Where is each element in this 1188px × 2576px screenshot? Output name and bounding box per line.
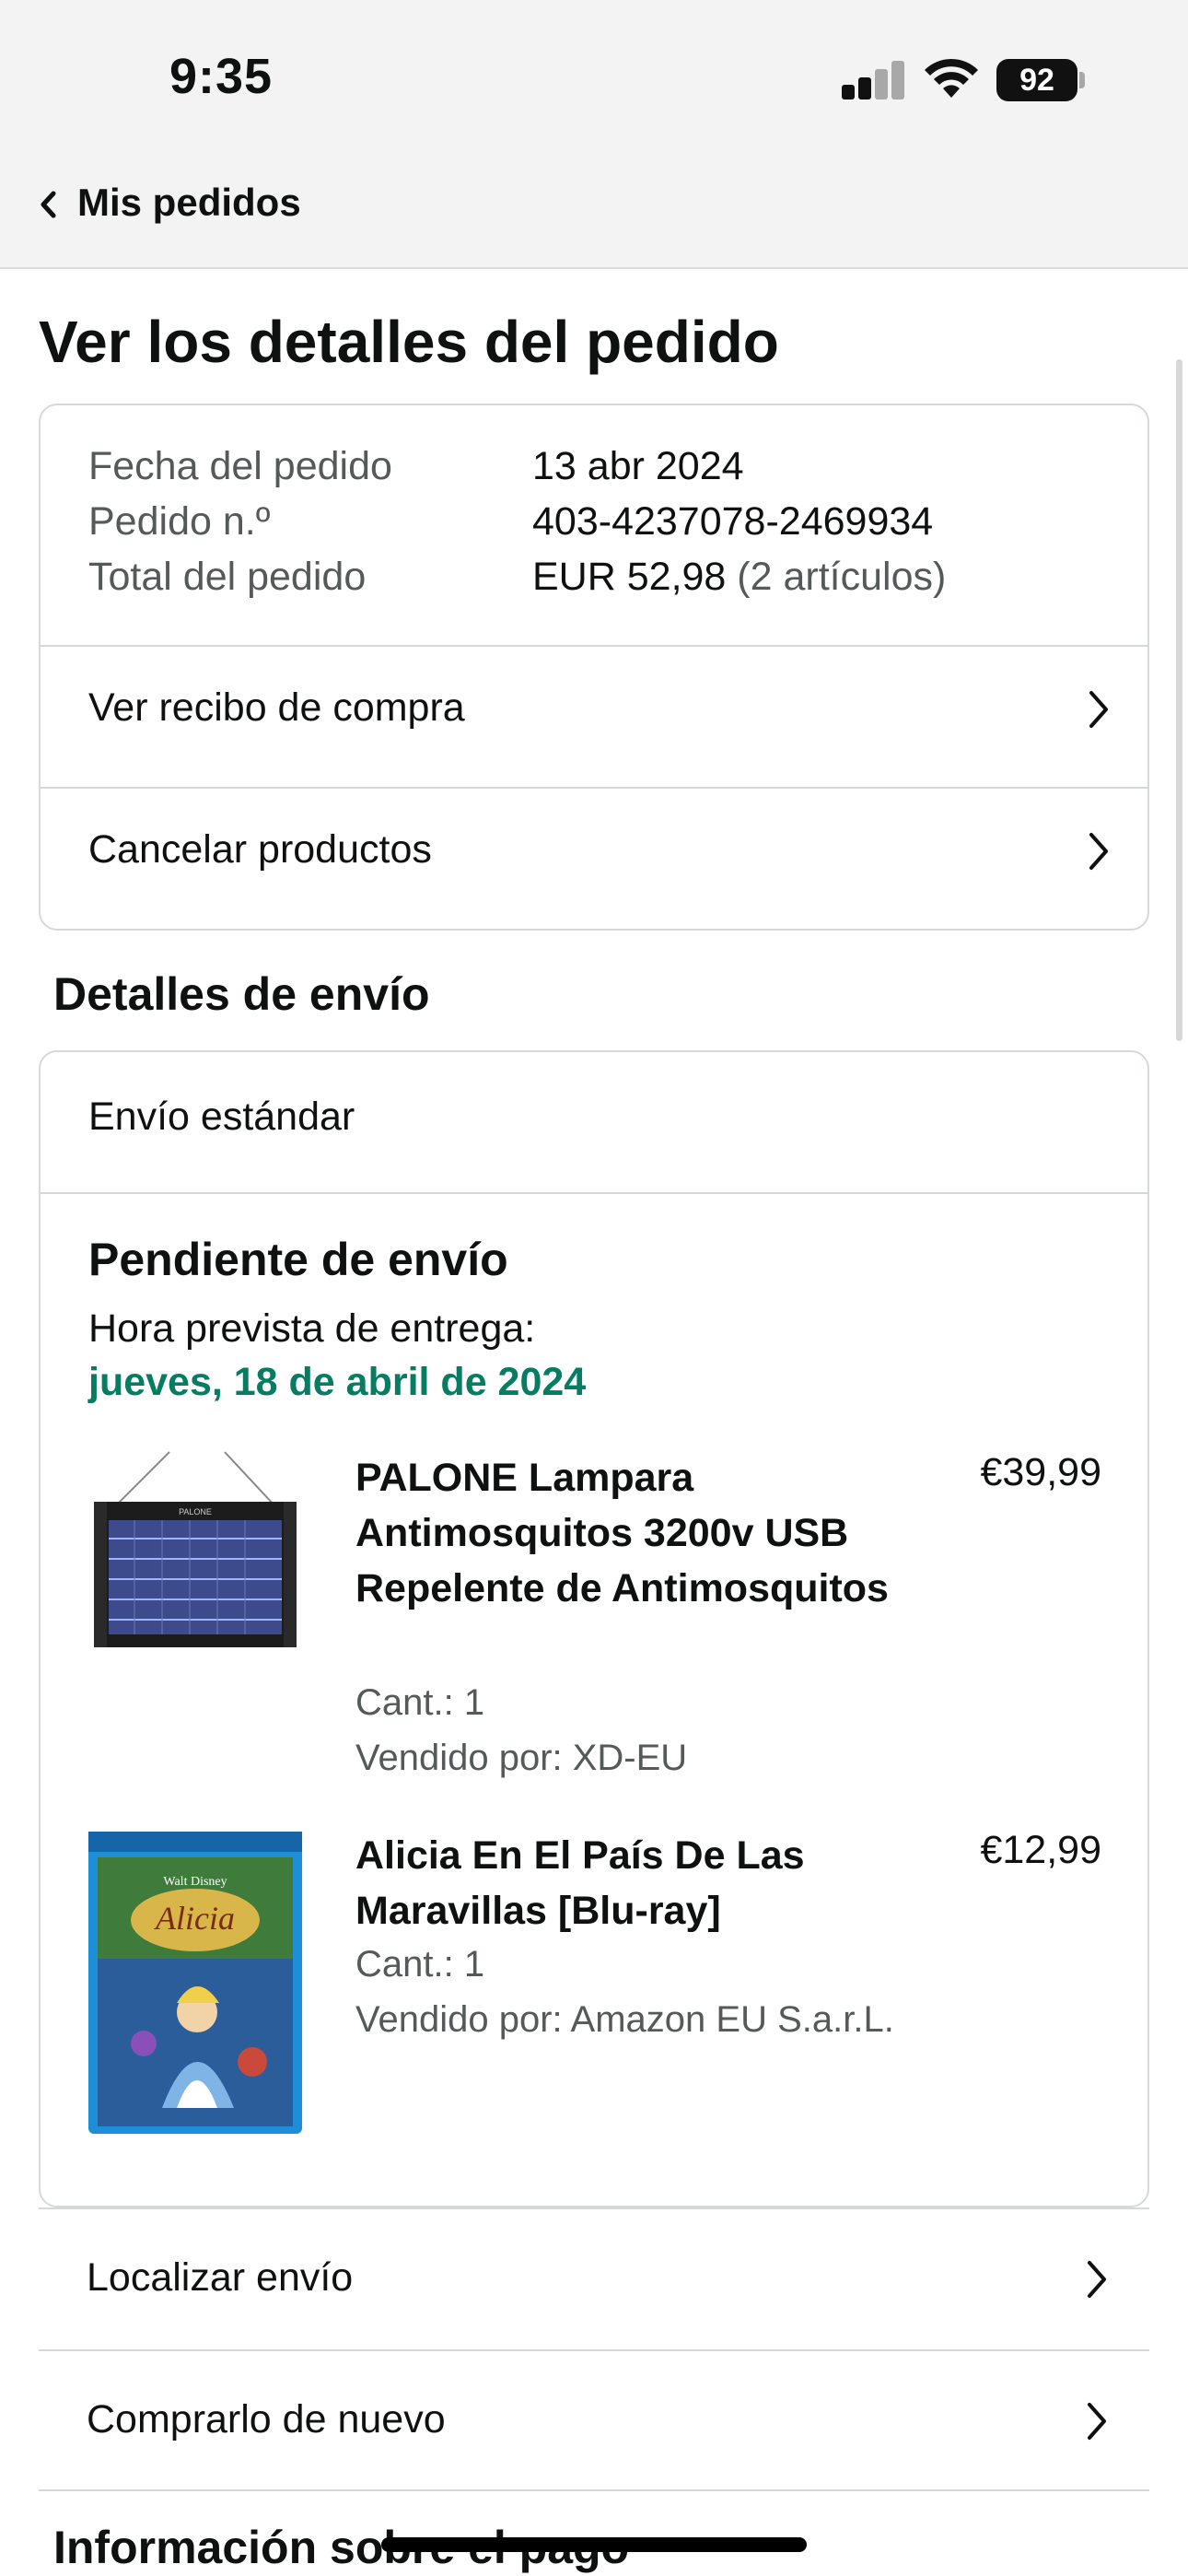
order-total-label: Total del pedido xyxy=(88,555,367,599)
order-total-amount: EUR 52,98 xyxy=(532,555,727,599)
chevron-right-icon[interactable] xyxy=(1087,689,1111,730)
chevron-right-icon[interactable] xyxy=(1085,2401,1109,2441)
bug-zapper-lamp-image[interactable]: PALONE xyxy=(88,1450,302,1671)
product-quantity: Cant.: 1 xyxy=(355,1682,485,1723)
battery-icon: 92 xyxy=(996,59,1085,101)
chevron-right-icon[interactable] xyxy=(1085,2259,1109,2300)
status-time: 9:35 xyxy=(169,49,274,104)
order-number-label: Pedido n.º xyxy=(88,499,271,544)
status-bar: 9:35 92 xyxy=(0,0,1188,162)
product-seller: Vendido por: Amazon EU S.a.r.L. xyxy=(355,1999,894,2040)
cellular-signal-icon xyxy=(842,59,906,100)
order-date-value: 13 abr 2024 xyxy=(532,444,744,488)
product-item[interactable]: PALONE PALONE Lampara Antimosquitos 3200… xyxy=(88,1450,1101,1800)
product-title[interactable]: PALONE Lampara Antimosquitos 3200v USB R… xyxy=(355,1450,945,1616)
track-package-row[interactable]: Localizar envío xyxy=(39,2207,1149,2349)
shipping-details-title: Detalles de envío xyxy=(53,968,430,1020)
product-quantity: Cant.: 1 xyxy=(355,1944,485,1985)
buy-again-label[interactable]: Comprarlo de nuevo xyxy=(87,2397,446,2442)
order-total-value: EUR 52,98 (2 artículos) xyxy=(532,555,946,600)
product-item[interactable]: Walt Disney Alicia Alicia En El País De … xyxy=(88,1828,1101,2134)
product-price: €39,99 xyxy=(980,1450,1101,1494)
shipping-card: Envío estándar Pendiente de envío Hora p… xyxy=(39,1050,1149,2207)
shipment-status: Pendiente de envío xyxy=(88,1234,508,1285)
chevron-left-icon[interactable] xyxy=(37,188,61,221)
divider xyxy=(41,645,1147,647)
order-number-value: 403-4237078-2469934 xyxy=(532,499,934,544)
view-receipt-link[interactable]: Ver recibo de compra xyxy=(88,685,465,731)
cover-studio: Walt Disney xyxy=(163,1875,227,1889)
product-seller: Vendido por: XD-EU xyxy=(355,1738,688,1778)
delivery-eta-date: jueves, 18 de abril de 2024 xyxy=(88,1360,587,1404)
home-indicator[interactable] xyxy=(381,2537,807,2552)
wifi-icon xyxy=(925,58,978,98)
page-title: Ver los detalles del pedido xyxy=(39,309,779,375)
delivery-eta-label: Hora prevista de entrega: xyxy=(88,1306,536,1351)
product-brand: PALONE xyxy=(179,1507,212,1516)
divider xyxy=(41,1192,1147,1194)
chevron-right-icon[interactable] xyxy=(1087,831,1111,872)
product-price: €12,99 xyxy=(980,1828,1101,1872)
buy-again-row[interactable]: Comprarlo de nuevo xyxy=(39,2349,1149,2491)
divider xyxy=(41,787,1147,789)
order-total-items: (2 artículos) xyxy=(737,555,947,599)
product-title[interactable]: Alicia En El País De Las Maravillas [Blu… xyxy=(355,1828,945,1938)
order-summary-card: Fecha del pedido 13 abr 2024 Pedido n.º … xyxy=(39,404,1149,931)
back-to-orders-link[interactable]: Mis pedidos xyxy=(77,181,301,225)
battery-level: 92 xyxy=(996,59,1077,101)
cover-title: Alicia xyxy=(154,1900,235,1937)
scroll-indicator xyxy=(1176,359,1182,1041)
cancel-products-link[interactable]: Cancelar productos xyxy=(88,827,432,872)
order-date-label: Fecha del pedido xyxy=(88,444,392,488)
track-package-label[interactable]: Localizar envío xyxy=(87,2255,353,2301)
shipping-method: Envío estándar xyxy=(88,1095,355,1139)
bluray-cover-image[interactable]: Walt Disney Alicia xyxy=(88,1832,302,2134)
